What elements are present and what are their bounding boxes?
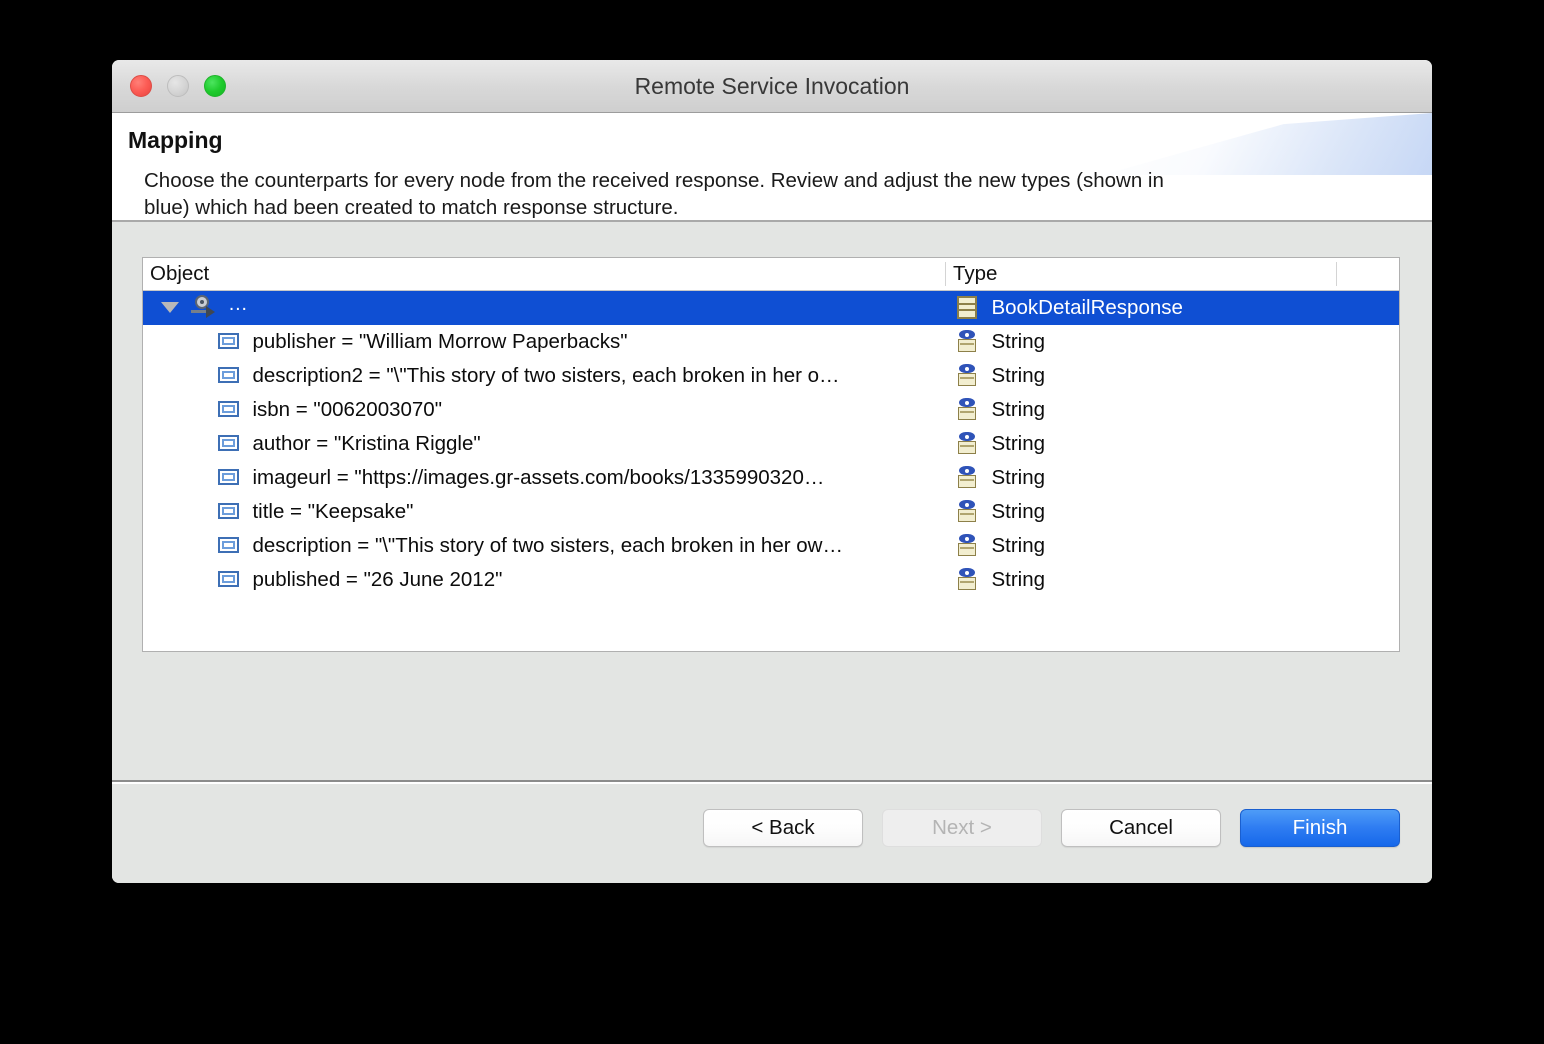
row-type-label: String	[991, 568, 1046, 591]
class-type-icon	[956, 432, 978, 454]
class-type-icon	[956, 398, 978, 420]
wizard-content: Object Type … BookDetailResponse publish…	[112, 222, 1432, 780]
row-object-label: isbn = "0062003070"	[252, 398, 442, 421]
class-type-icon	[956, 568, 978, 590]
variable-icon	[218, 503, 239, 519]
cell-object: publisher = "William Morrow Paperbacks"	[143, 325, 945, 359]
cell-object: isbn = "0062003070"	[143, 393, 945, 427]
row-object-label: imageurl = "https://images.gr-assets.com…	[252, 466, 825, 489]
class-type-icon	[956, 534, 978, 556]
cell-object: description = "\"This story of two siste…	[143, 529, 945, 563]
finish-button[interactable]: Finish	[1240, 809, 1400, 847]
mapping-tree-table[interactable]: Object Type … BookDetailResponse publish…	[142, 257, 1400, 652]
class-type-icon	[956, 466, 978, 488]
cell-type[interactable]: String	[946, 325, 1336, 359]
row-type-label: String	[991, 500, 1046, 523]
column-header-type[interactable]: Type	[946, 258, 1336, 290]
table-row[interactable]: publisher = "William Morrow Paperbacks" …	[143, 325, 1399, 359]
cell-object: author = "Kristina Riggle"	[143, 427, 945, 461]
cell-type[interactable]: BookDetailResponse	[946, 291, 1336, 325]
table-row[interactable]: description = "\"This story of two siste…	[143, 529, 1399, 563]
header-decoration-banner	[1102, 113, 1432, 175]
cell-object: title = "Keepsake"	[143, 495, 945, 529]
cell-object: published = "26 June 2012"	[143, 563, 945, 597]
table-row[interactable]: author = "Kristina Riggle" String	[143, 427, 1399, 461]
variable-icon	[218, 435, 239, 451]
table-row[interactable]: isbn = "0062003070" String	[143, 393, 1399, 427]
window-title: Remote Service Invocation	[634, 73, 910, 99]
table-row[interactable]: imageurl = "https://images.gr-assets.com…	[143, 461, 1399, 495]
variable-icon	[218, 469, 239, 485]
class-type-icon	[956, 364, 978, 386]
row-type-label: String	[991, 364, 1046, 387]
response-type-icon	[957, 295, 977, 319]
window-titlebar: Remote Service Invocation	[112, 60, 1432, 113]
table-row[interactable]: description2 = "\"This story of two sist…	[143, 359, 1399, 393]
cell-type[interactable]: String	[946, 461, 1336, 495]
dialog-window: Remote Service Invocation Mapping Choose…	[112, 60, 1432, 883]
row-object-label: description2 = "\"This story of two sist…	[252, 364, 840, 387]
row-object-label: description = "\"This story of two siste…	[252, 534, 843, 557]
chevron-down-icon[interactable]	[161, 301, 179, 313]
variable-icon	[218, 367, 239, 383]
row-object-label: published = "26 June 2012"	[252, 568, 503, 591]
row-type-label: String	[991, 534, 1046, 557]
table-body: … BookDetailResponse publisher = "Willia…	[143, 291, 1399, 597]
button-bar: < Back Next > Cancel Finish	[703, 809, 1400, 847]
row-type-label: BookDetailResponse	[991, 296, 1183, 319]
table-header-row: Object Type	[143, 258, 1399, 291]
cancel-button[interactable]: Cancel	[1061, 809, 1221, 847]
cell-object: …	[143, 291, 945, 325]
cell-type[interactable]: String	[946, 393, 1336, 427]
row-type-label: String	[991, 466, 1046, 489]
page-description: Choose the counterparts for every node f…	[144, 169, 1164, 219]
variable-icon	[218, 571, 239, 587]
table-row[interactable]: title = "Keepsake" String	[143, 495, 1399, 529]
variable-icon	[218, 401, 239, 417]
page-title: Mapping	[128, 127, 223, 153]
row-object-label: author = "Kristina Riggle"	[252, 432, 481, 455]
table-row[interactable]: … BookDetailResponse	[143, 291, 1399, 325]
table-row[interactable]: published = "26 June 2012" String	[143, 563, 1399, 597]
class-type-icon	[956, 500, 978, 522]
invoke-gear-icon	[191, 295, 217, 319]
row-type-label: String	[991, 330, 1046, 353]
variable-icon	[218, 333, 239, 349]
cell-object: description2 = "\"This story of two sist…	[143, 359, 945, 393]
next-button: Next >	[882, 809, 1042, 847]
cell-type[interactable]: String	[946, 359, 1336, 393]
wizard-header: Mapping Choose the counterparts for ever…	[112, 113, 1432, 222]
cell-type[interactable]: String	[946, 495, 1336, 529]
variable-icon	[218, 537, 239, 553]
cell-object: imageurl = "https://images.gr-assets.com…	[143, 461, 945, 495]
row-type-label: String	[991, 432, 1046, 455]
cell-type[interactable]: String	[946, 427, 1336, 461]
column-header-object[interactable]: Object	[143, 258, 945, 290]
row-type-label: String	[991, 398, 1046, 421]
cell-type[interactable]: String	[946, 529, 1336, 563]
wizard-footer: < Back Next > Cancel Finish	[112, 780, 1432, 883]
column-header-extra[interactable]	[1337, 258, 1399, 290]
row-object-label: …	[227, 293, 249, 315]
row-object-label: title = "Keepsake"	[252, 500, 414, 523]
class-type-icon	[956, 330, 978, 352]
back-button[interactable]: < Back	[703, 809, 863, 847]
cell-type[interactable]: String	[946, 563, 1336, 597]
row-object-label: publisher = "William Morrow Paperbacks"	[252, 330, 628, 353]
